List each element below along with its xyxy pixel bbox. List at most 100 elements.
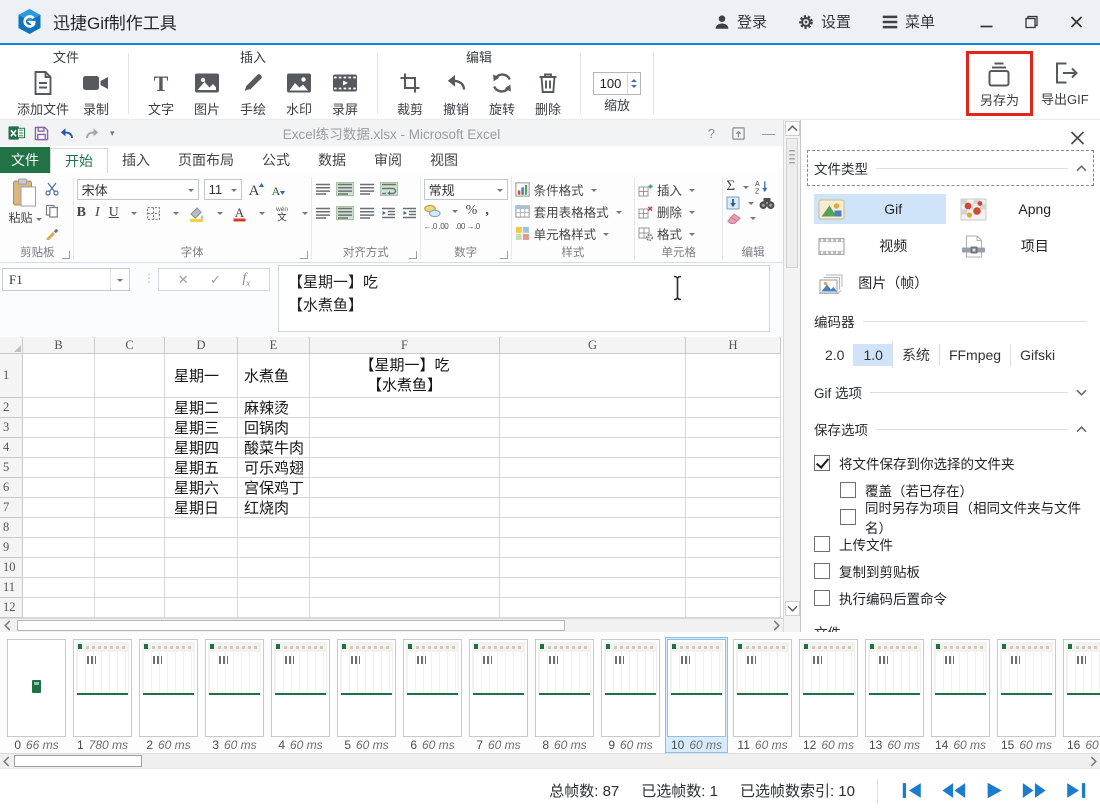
insert-text-button[interactable]: T文字 xyxy=(139,67,183,118)
timeline-frame-13[interactable]: 1360 ms xyxy=(863,637,926,753)
timeline-scroll-left-icon[interactable] xyxy=(0,754,13,768)
collapse-icon[interactable] xyxy=(1076,426,1087,433)
file-type-option[interactable]: 图片（帧） xyxy=(814,268,946,298)
crop-button[interactable]: 裁剪 xyxy=(388,67,432,118)
timeline-frame-2[interactable]: 260 ms xyxy=(137,637,200,753)
number-format-combo: 常规 xyxy=(424,179,508,200)
sheet-cell xyxy=(310,498,500,518)
last-frame-button[interactable] xyxy=(1064,781,1088,800)
scroll-left-icon[interactable] xyxy=(0,619,14,632)
timeline-frame-12[interactable]: 1260 ms xyxy=(797,637,860,753)
row-header: 4 xyxy=(0,438,23,458)
toolbar-item-label: 文字 xyxy=(148,99,174,118)
sheet-cell xyxy=(23,354,95,398)
first-frame-button[interactable] xyxy=(900,781,924,800)
align-right-icon xyxy=(359,207,375,219)
scroll-right-icon[interactable] xyxy=(769,619,783,632)
export-gif-button[interactable]: 导出GIF xyxy=(1038,57,1092,108)
timeline-frame-4[interactable]: 460 ms xyxy=(269,637,332,753)
sheet-cell: 水煮鱼 xyxy=(238,354,310,398)
save-as-highlight-box: 另存为 xyxy=(966,51,1033,116)
minimize-button[interactable] xyxy=(979,15,994,29)
spinner-arrows-icon[interactable] xyxy=(627,73,640,94)
save-option-row[interactable]: 执行编码后置命令 xyxy=(814,584,1087,611)
record-button[interactable]: 录制 xyxy=(74,67,118,118)
panel-close-button[interactable] xyxy=(1068,129,1087,147)
timeline-frame-8[interactable]: 860 ms xyxy=(533,637,596,753)
encoder-option[interactable]: 系统 xyxy=(892,342,939,368)
file-type-option[interactable]: 项目 xyxy=(956,231,1088,261)
checkbox-icon[interactable] xyxy=(814,536,830,552)
frame-duration: 60 ms xyxy=(821,738,854,752)
watermark-button[interactable]: 水印 xyxy=(277,67,321,118)
timeline-frame-5[interactable]: 560 ms xyxy=(335,637,398,753)
sheet-cell: 星期五 xyxy=(165,458,238,478)
file-type-option[interactable]: Apng xyxy=(956,194,1088,224)
checkbox-icon[interactable] xyxy=(814,563,830,579)
checkbox-icon[interactable] xyxy=(814,590,830,606)
close-button[interactable] xyxy=(1069,15,1084,29)
zoom-spinner[interactable]: 100 xyxy=(593,72,641,95)
sheet-cell: 星期日 xyxy=(165,498,238,518)
insert-image-button[interactable]: 图片 xyxy=(185,67,229,118)
timeline-scrollbar[interactable] xyxy=(0,753,1100,768)
sheet-cell xyxy=(23,438,95,458)
save-option-row[interactable]: 将文件保存到你选择的文件夹 xyxy=(814,449,1087,476)
undo-button[interactable]: 撤销 xyxy=(434,67,478,118)
expand-icon[interactable] xyxy=(1076,389,1087,396)
timeline-frame-14[interactable]: 1460 ms xyxy=(929,637,992,753)
timeline-frame-11[interactable]: 1160 ms xyxy=(731,637,794,753)
timeline-frame-16[interactable]: 1660 ms xyxy=(1061,637,1100,753)
timeline-scroll-thumb[interactable] xyxy=(14,755,142,767)
file-type-option[interactable]: Gif xyxy=(814,194,946,224)
menu-button[interactable]: 菜单 xyxy=(881,11,935,32)
timeline-frame-7[interactable]: 760 ms xyxy=(467,637,530,753)
save-as-button[interactable]: 另存为 xyxy=(977,58,1022,109)
save-option-row[interactable]: 复制到剪贴板 xyxy=(814,557,1087,584)
currency-format-icon xyxy=(424,204,441,218)
mini-excel-preview xyxy=(406,642,459,695)
rotate-button[interactable]: 旋转 xyxy=(480,67,524,118)
preview-vscrollbar[interactable] xyxy=(783,120,800,632)
sheet-cell xyxy=(95,418,165,438)
collapse-icon[interactable] xyxy=(1076,165,1087,172)
timeline-frame-0[interactable]: 066 ms xyxy=(5,637,68,753)
settings-label: 设置 xyxy=(821,11,851,32)
sheet-cell xyxy=(686,458,781,478)
screen-record-button[interactable]: 录屏 xyxy=(323,67,367,118)
preview-hscrollbar[interactable] xyxy=(0,618,783,632)
save-option-row[interactable]: 同时另存为项目（相同文件夹与文件名） xyxy=(840,503,1087,530)
excel-tab: 公式 xyxy=(248,148,304,173)
timeline-frame-15[interactable]: 1560 ms xyxy=(995,637,1058,753)
timeline-frame-3[interactable]: 360 ms xyxy=(203,637,266,753)
timeline-frame-10[interactable]: 1060 ms xyxy=(665,637,728,753)
total-frames-text: 总帧数: 87 xyxy=(549,780,619,801)
scroll-down-icon[interactable] xyxy=(785,601,800,616)
timeline-frame-1[interactable]: 1780 ms xyxy=(71,637,134,753)
checkbox-icon[interactable] xyxy=(840,482,856,498)
previous-frame-button[interactable] xyxy=(941,781,967,800)
encoder-option[interactable]: 1.0 xyxy=(853,344,891,366)
timeline-scroll-right-icon[interactable] xyxy=(1087,754,1100,768)
next-frame-button[interactable] xyxy=(1021,781,1047,800)
encoder-option[interactable]: 2.0 xyxy=(816,344,853,366)
add-file-button[interactable]: 添加文件 xyxy=(14,67,72,118)
checkbox-checked-icon[interactable] xyxy=(814,455,830,471)
encoder-option[interactable]: Gifski xyxy=(1010,344,1064,366)
encoder-option[interactable]: FFmpeg xyxy=(939,344,1010,366)
timeline-frame-9[interactable]: 960 ms xyxy=(599,637,662,753)
scroll-up-icon[interactable] xyxy=(785,121,800,136)
file-type-option[interactable]: 视频 xyxy=(814,231,946,261)
hscroll-thumb[interactable] xyxy=(17,620,565,631)
settings-button[interactable]: 设置 xyxy=(797,11,851,32)
play-button[interactable] xyxy=(984,781,1004,800)
sheet-cell xyxy=(500,478,686,498)
timeline-frame-6[interactable]: 660 ms xyxy=(401,637,464,753)
frame-thumbnail xyxy=(733,639,792,737)
delete-button[interactable]: 删除 xyxy=(526,67,570,118)
sheet-cell xyxy=(95,558,165,578)
freehand-draw-button[interactable]: 手绘 xyxy=(231,67,275,118)
restore-button[interactable] xyxy=(1024,15,1039,29)
checkbox-icon[interactable] xyxy=(840,509,856,525)
login-button[interactable]: 登录 xyxy=(713,11,767,32)
